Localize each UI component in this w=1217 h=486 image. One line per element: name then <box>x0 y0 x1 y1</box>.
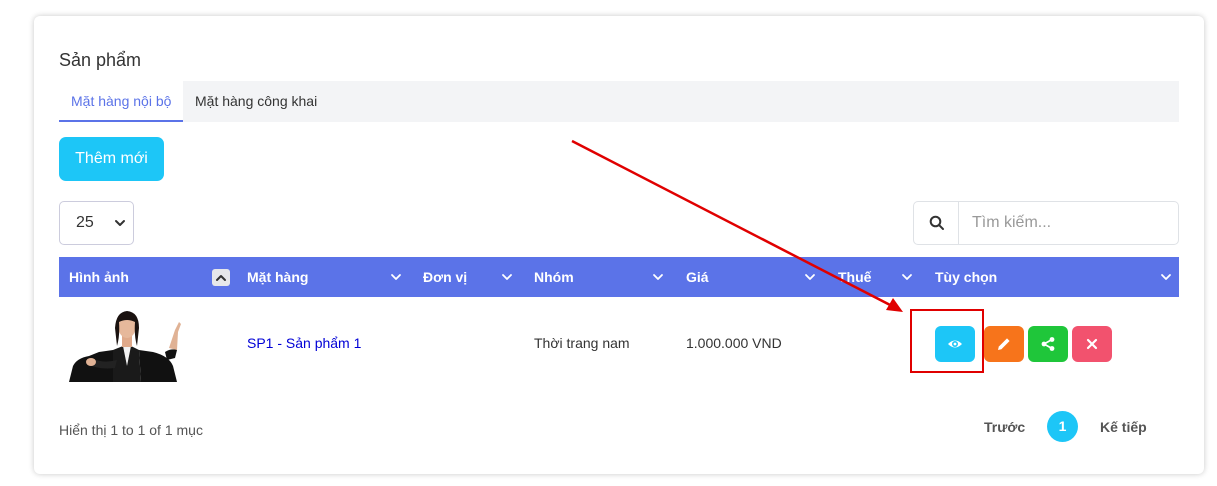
share-icon <box>1041 337 1055 351</box>
search-button[interactable] <box>914 202 959 244</box>
column-tax[interactable]: Thuế <box>838 257 871 297</box>
chevron-down-icon <box>502 274 512 280</box>
chevron-down-icon <box>902 274 912 280</box>
price-cell: 1.000.000 VND <box>686 335 782 351</box>
pagination-page-1[interactable]: 1 <box>1047 411 1078 442</box>
tab-public-items[interactable]: Mặt hàng công khai <box>183 81 329 122</box>
search-box <box>913 201 1179 245</box>
chevron-down-icon <box>115 220 125 226</box>
edit-button[interactable] <box>984 326 1024 362</box>
chevron-down-icon <box>653 274 663 280</box>
chevron-down-icon <box>1161 274 1171 280</box>
chevron-down-icon <box>805 274 815 280</box>
pagination-next[interactable]: Kế tiếp <box>1100 419 1147 435</box>
product-link[interactable]: SP1 - Sản phẩm 1 <box>247 335 361 351</box>
product-thumbnail <box>69 311 181 382</box>
tab-bar: Mặt hàng nội bộ Mặt hàng công khai <box>59 81 1179 122</box>
delete-button[interactable] <box>1072 326 1112 362</box>
products-card: Sản phẩm Mặt hàng nội bộ Mặt hàng công k… <box>34 16 1204 474</box>
add-new-button[interactable]: Thêm mới <box>59 137 164 181</box>
close-icon <box>1086 338 1098 350</box>
column-price[interactable]: Giá <box>686 257 709 297</box>
column-group[interactable]: Nhóm <box>534 257 574 297</box>
chevron-up-icon <box>216 275 226 281</box>
pagination-info: Hiển thị 1 to 1 of 1 mục <box>59 422 203 438</box>
column-options[interactable]: Tùy chọn <box>935 257 997 297</box>
page-size-value: 25 <box>76 214 94 231</box>
search-icon <box>929 215 944 230</box>
column-unit[interactable]: Đơn vị <box>423 257 467 297</box>
pagination-prev[interactable]: Trước <box>984 419 1025 435</box>
sort-toggle[interactable] <box>212 269 230 286</box>
annotation-highlight-box <box>910 309 984 373</box>
share-button[interactable] <box>1028 326 1068 362</box>
page-size-select[interactable]: 25 <box>59 201 134 245</box>
table-header: Hình ảnh Mặt hàng Đơn vị Nhóm Giá Thuế T… <box>59 257 1179 297</box>
column-image[interactable]: Hình ảnh <box>69 257 129 297</box>
search-input[interactable] <box>960 202 1178 244</box>
table-row: SP1 - Sản phẩm 1 Thời trang nam 1.000.00… <box>59 297 1179 393</box>
chevron-down-icon <box>391 274 401 280</box>
pencil-icon <box>998 338 1010 350</box>
column-product[interactable]: Mặt hàng <box>247 257 308 297</box>
group-cell: Thời trang nam <box>534 335 630 351</box>
tab-internal-items[interactable]: Mặt hàng nội bộ <box>59 81 184 122</box>
page-title: Sản phẩm <box>59 50 142 70</box>
